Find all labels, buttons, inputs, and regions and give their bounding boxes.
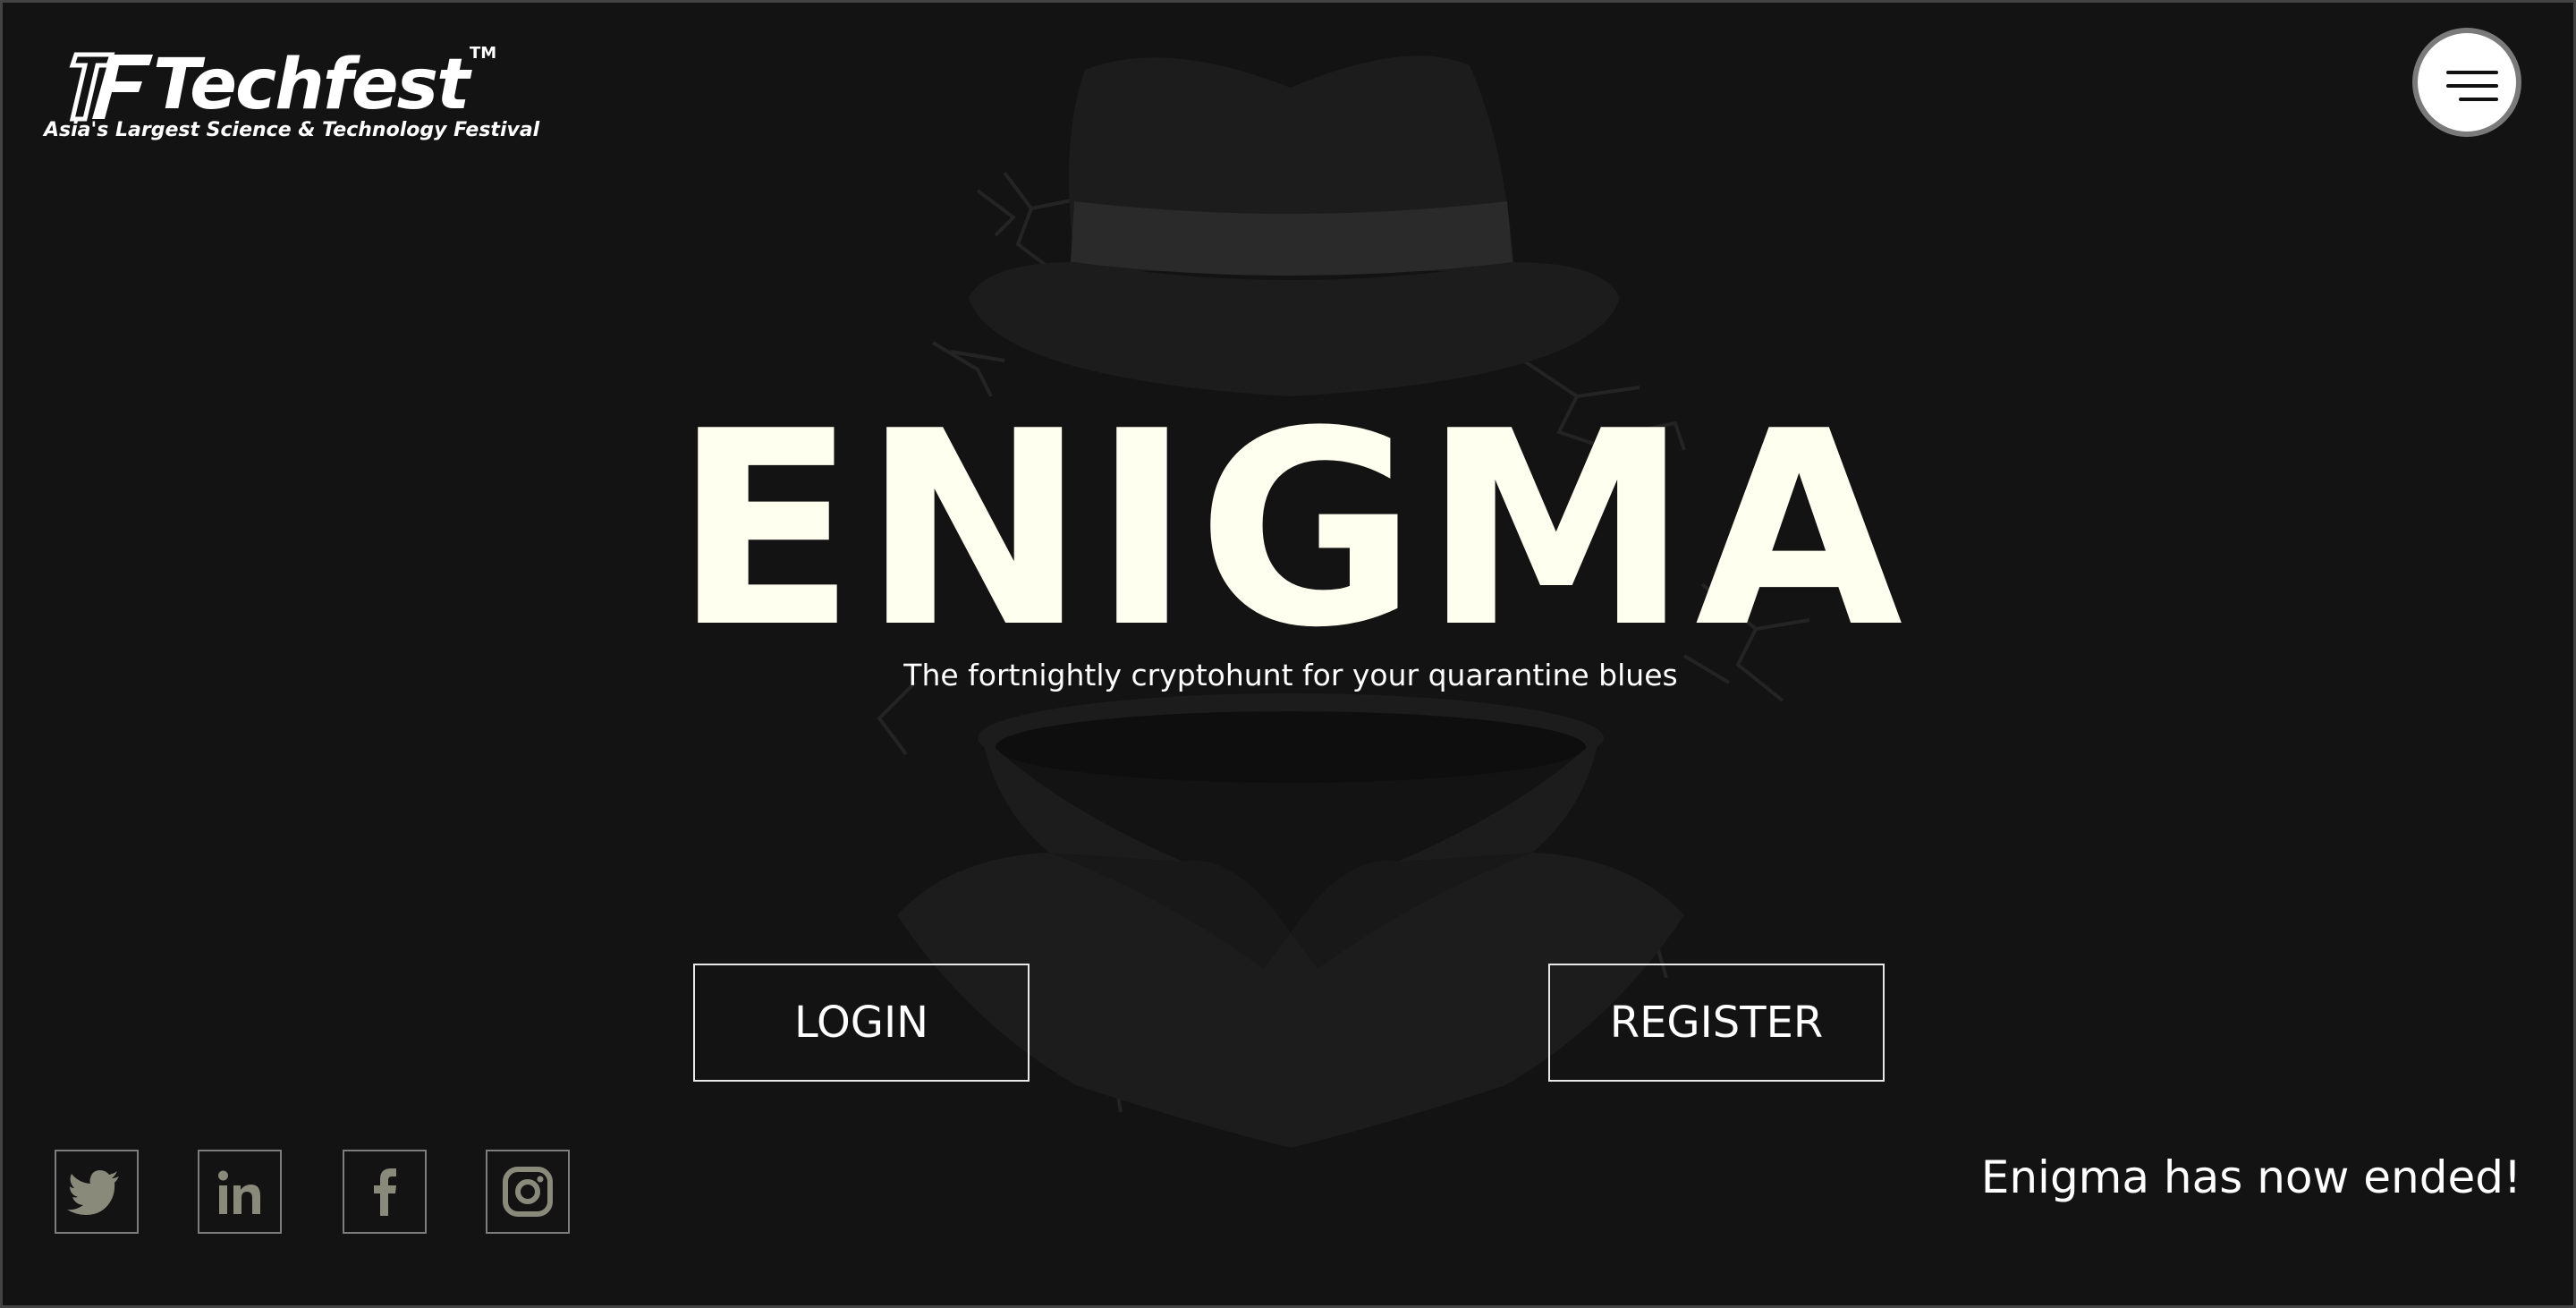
- trademark: TM: [470, 44, 497, 63]
- facebook-link[interactable]: [343, 1150, 427, 1234]
- instagram-icon: [503, 1167, 553, 1217]
- techfest-mark-icon: [69, 52, 153, 122]
- techfest-logo[interactable]: Techfest TM Asia's Largest Science & Tec…: [42, 38, 539, 155]
- facebook-icon: [374, 1168, 396, 1216]
- register-button[interactable]: REGISTER: [1548, 964, 1885, 1082]
- page: Techfest TM Asia's Largest Science & Tec…: [0, 0, 2576, 1308]
- page-title: ENIGMA: [673, 374, 1909, 686]
- brand-tagline: Asia's Largest Science & Technology Fest…: [44, 119, 540, 141]
- login-button[interactable]: LOGIN: [693, 964, 1030, 1082]
- menu-button[interactable]: [2412, 28, 2521, 137]
- page-subtitle: The fortnightly cryptohunt for your quar…: [903, 658, 1678, 692]
- linkedin-icon: [218, 1170, 260, 1214]
- brand-name: Techfest: [153, 45, 470, 125]
- status-message: Enigma has now ended!: [1980, 1151, 2521, 1203]
- twitter-link[interactable]: [55, 1150, 139, 1234]
- twitter-icon: [67, 1170, 119, 1215]
- instagram-link[interactable]: [486, 1150, 570, 1234]
- linkedin-link[interactable]: [198, 1150, 282, 1234]
